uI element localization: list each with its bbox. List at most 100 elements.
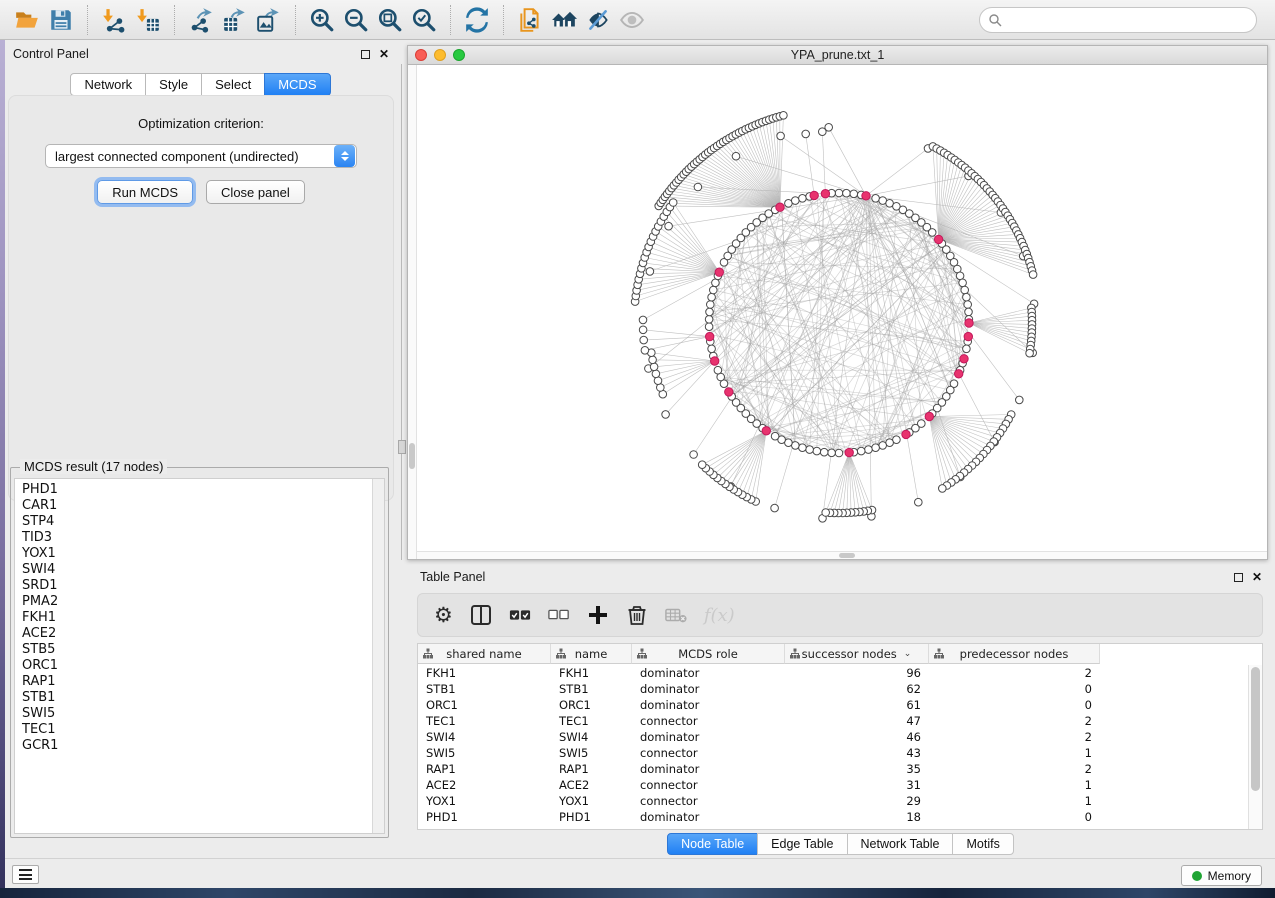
table-row[interactable]: ACE2ACE2connector311 — [418, 777, 1248, 793]
result-node-item[interactable]: FKH1 — [22, 610, 372, 626]
float-window-icon[interactable] — [1234, 573, 1243, 582]
network-graph[interactable] — [408, 65, 1267, 559]
run-mcds-button[interactable]: Run MCDS — [97, 180, 193, 204]
toolbar-separator — [174, 5, 175, 35]
save-icon[interactable] — [44, 4, 78, 36]
select-all-icon[interactable] — [509, 604, 531, 626]
open-folder-icon[interactable] — [10, 4, 44, 36]
result-node-item[interactable]: CAR1 — [22, 498, 372, 514]
control-panel-header[interactable]: Control Panel ✕ — [5, 40, 397, 68]
network-horizontal-scrollbar[interactable] — [417, 551, 1267, 559]
network-vertical-scrollbar[interactable] — [408, 65, 417, 559]
export-network-icon[interactable] — [184, 4, 218, 36]
export-image-icon[interactable] — [252, 4, 286, 36]
result-node-item[interactable]: STB1 — [22, 690, 372, 706]
table-row[interactable]: YOX1YOX1connector291 — [418, 793, 1248, 809]
export-table-icon[interactable] — [218, 4, 252, 36]
tab-network[interactable]: Network — [70, 73, 146, 96]
tab-style[interactable]: Style — [145, 73, 202, 96]
delete-table-icon[interactable] — [665, 604, 687, 626]
zoom-fit-icon[interactable] — [373, 4, 407, 36]
scrollbar-thumb[interactable] — [409, 443, 415, 469]
scrollbar-thumb[interactable] — [1251, 667, 1260, 791]
result-node-item[interactable]: SWI4 — [22, 562, 372, 578]
network-canvas[interactable] — [408, 65, 1267, 559]
tab-node-table[interactable]: Node Table — [667, 833, 758, 855]
result-node-item[interactable]: SRD1 — [22, 578, 372, 594]
refresh-icon[interactable] — [460, 4, 494, 36]
tab-network-table[interactable]: Network Table — [847, 833, 954, 855]
table-row[interactable]: TEC1TEC1connector472 — [418, 713, 1248, 729]
close-panel-icon[interactable]: ✕ — [1252, 573, 1262, 582]
result-node-item[interactable]: YOX1 — [22, 546, 372, 562]
optimization-criterion-select[interactable]: largest connected component (undirected) — [45, 144, 357, 168]
table-row[interactable]: SWI5SWI5connector431 — [418, 745, 1248, 761]
table-row[interactable]: STB1STB1dominator620 — [418, 681, 1248, 697]
table-row[interactable]: RAP1RAP1dominator352 — [418, 761, 1248, 777]
close-panel-icon[interactable]: ✕ — [379, 50, 389, 59]
table-row[interactable]: FKH1FKH1dominator962 — [418, 665, 1248, 681]
home-layout-icon[interactable] — [547, 4, 581, 36]
task-history-button[interactable] — [12, 865, 39, 884]
scrollbar-thumb[interactable] — [839, 553, 855, 558]
table-cell: ACE2 — [418, 777, 551, 793]
tab-mcds[interactable]: MCDS — [264, 73, 330, 96]
result-list-scrollbar[interactable] — [372, 479, 384, 833]
column-header-name[interactable]: name — [551, 644, 632, 664]
panel-splitter[interactable] — [397, 40, 407, 858]
copy-style-icon[interactable] — [513, 4, 547, 36]
table-panel-title: Table Panel — [420, 570, 485, 584]
table-settings-gear-icon[interactable]: ⚙ — [434, 604, 453, 626]
deselect-all-icon[interactable] — [548, 604, 570, 626]
result-node-item[interactable]: PHD1 — [22, 482, 372, 498]
column-header-shared-name[interactable]: shared name — [418, 644, 551, 664]
show-all-icon[interactable] — [615, 4, 649, 36]
toolbar-separator — [295, 5, 296, 35]
table-cell: 2 — [929, 761, 1100, 777]
function-builder-icon[interactable]: f(x) — [704, 605, 735, 626]
delete-column-trash-icon[interactable] — [626, 604, 648, 626]
import-table-icon[interactable] — [131, 4, 165, 36]
network-window-titlebar[interactable]: YPA_prune.txt_1 — [408, 46, 1267, 65]
tab-edge-table[interactable]: Edge Table — [757, 833, 847, 855]
column-header-predecessor-nodes[interactable]: predecessor nodes — [929, 644, 1100, 664]
result-node-item[interactable]: STB5 — [22, 642, 372, 658]
table-cell: 0 — [929, 809, 1100, 825]
table-cell: YOX1 — [418, 793, 551, 809]
zoom-out-icon[interactable] — [339, 4, 373, 36]
result-node-item[interactable]: ORC1 — [22, 658, 372, 674]
result-node-item[interactable]: TEC1 — [22, 722, 372, 738]
column-type-icon — [556, 648, 566, 662]
import-network-icon[interactable] — [97, 4, 131, 36]
splitter-handle[interactable] — [398, 440, 406, 454]
result-node-item[interactable]: PMA2 — [22, 594, 372, 610]
result-node-item[interactable]: GCR1 — [22, 738, 372, 754]
main-toolbar — [0, 0, 1275, 40]
memory-button[interactable]: Memory — [1181, 865, 1262, 886]
column-header-successor-nodes[interactable]: successor nodes⌄ — [785, 644, 929, 664]
show-columns-icon[interactable] — [470, 604, 492, 626]
close-panel-button[interactable]: Close panel — [206, 180, 305, 204]
table-panel-header[interactable]: Table Panel ✕ — [407, 565, 1275, 589]
table-row[interactable]: ORC1ORC1dominator610 — [418, 697, 1248, 713]
column-header-MCDS-role[interactable]: MCDS role — [632, 644, 785, 664]
table-scrollbar[interactable] — [1248, 665, 1262, 829]
table-cell: ORC1 — [418, 697, 551, 713]
table-row[interactable]: SWI4SWI4dominator462 — [418, 729, 1248, 745]
table-row[interactable]: PHD1PHD1dominator180 — [418, 809, 1248, 825]
tab-select[interactable]: Select — [201, 73, 265, 96]
search-input[interactable] — [1007, 10, 1248, 30]
float-window-icon[interactable] — [361, 50, 370, 59]
hide-selected-icon[interactable] — [581, 4, 615, 36]
toolbar-search — [979, 7, 1257, 33]
result-node-item[interactable]: RAP1 — [22, 674, 372, 690]
tab-motifs[interactable]: Motifs — [952, 833, 1013, 855]
zoom-in-icon[interactable] — [305, 4, 339, 36]
result-node-item[interactable]: SWI5 — [22, 706, 372, 722]
result-node-item[interactable]: STP4 — [22, 514, 372, 530]
zoom-selected-icon[interactable] — [407, 4, 441, 36]
result-node-item[interactable]: ACE2 — [22, 626, 372, 642]
add-column-icon[interactable] — [587, 604, 609, 626]
table-cell: 61 — [785, 697, 929, 713]
result-node-item[interactable]: TID3 — [22, 530, 372, 546]
